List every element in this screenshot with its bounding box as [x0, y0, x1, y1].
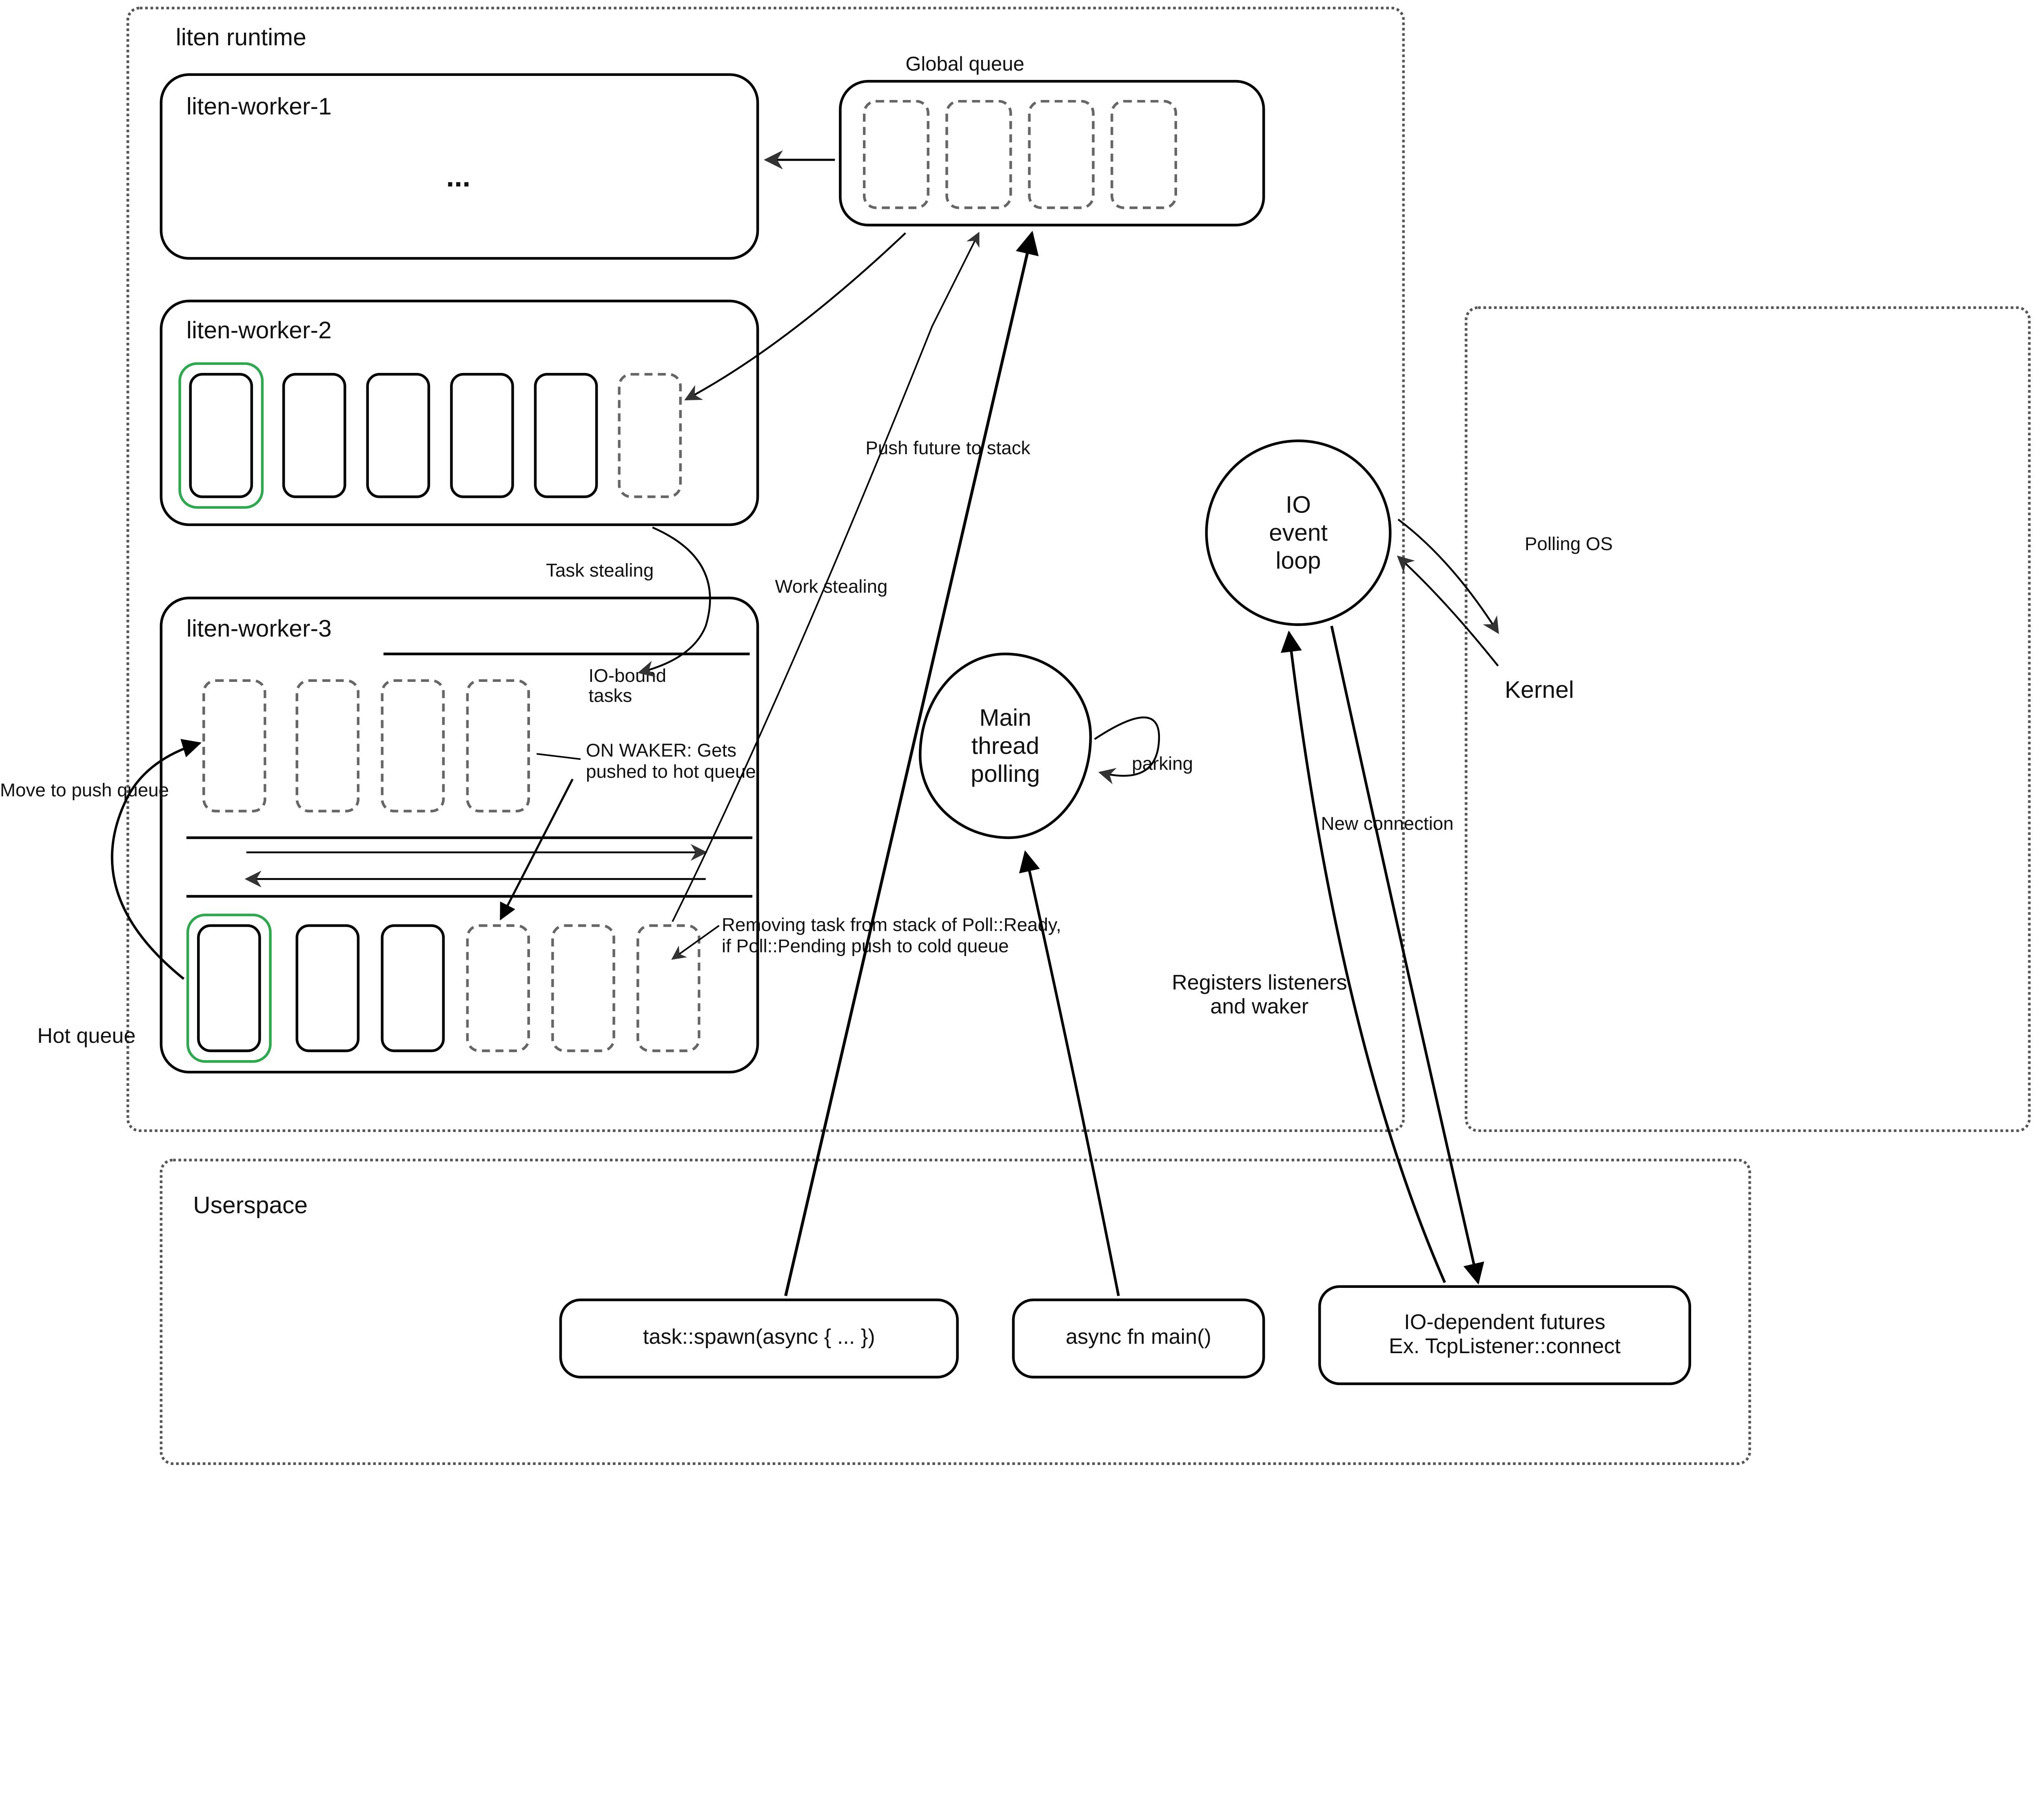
- worker-2-slot-2: [282, 373, 346, 498]
- async-main-box: async fn main(): [1012, 1298, 1265, 1378]
- task-spawn-box: task::spawn(async { ... }): [559, 1298, 959, 1378]
- global-slot-4: [1111, 100, 1177, 209]
- runtime-title: liten runtime: [176, 24, 306, 52]
- worker-3-cold-1: [202, 679, 266, 812]
- work-stealing-label: Work stealing: [775, 575, 887, 597]
- task-spawn-label: task::spawn(async { ... }): [643, 1327, 875, 1351]
- worker-3-mid-divider-1: [186, 837, 752, 839]
- worker-3-cold-3: [381, 679, 445, 812]
- worker-3-cold-4: [466, 679, 530, 812]
- worker-2-slot-3: [366, 373, 430, 498]
- worker-3-hot-5: [551, 924, 615, 1052]
- worker-1-ellipsis: ...: [446, 160, 470, 195]
- global-queue-label: Global queue: [905, 53, 1024, 76]
- worker-2-slot-1: [189, 373, 253, 498]
- worker-3-hot-6: [636, 924, 701, 1052]
- kernel-group: [1465, 306, 2031, 1132]
- async-main-label: async fn main(): [1066, 1327, 1211, 1351]
- worker-2-title: liten-worker-2: [186, 317, 332, 345]
- global-slot-2: [945, 100, 1012, 209]
- worker-3-mid-divider-2: [186, 895, 752, 898]
- worker-1-title: liten-worker-1: [186, 93, 332, 121]
- global-slot-3: [1028, 100, 1095, 209]
- io-event-loop-ellipse: IO event loop: [1205, 439, 1392, 626]
- io-bound-label: IO-bound tasks: [589, 666, 667, 707]
- worker-3-hot-3: [381, 924, 445, 1052]
- worker-2-slot-5: [534, 373, 598, 498]
- kernel-label: Kernel: [1505, 677, 1574, 705]
- global-slot-1: [863, 100, 929, 209]
- parking-label: parking: [1132, 752, 1193, 774]
- worker-3-cold-2: [296, 679, 360, 812]
- hot-queue-label: Hot queue: [37, 1025, 135, 1050]
- new-connection-label: New connection: [1321, 812, 1454, 834]
- worker-2-slot-4: [450, 373, 514, 498]
- move-to-push-label: Move to push queue: [0, 779, 169, 800]
- worker-3-top-divider: [384, 653, 750, 655]
- on-waker-label: ON WAKER: Gets pushed to hot queue: [586, 739, 756, 782]
- io-event-loop-label: IO event loop: [1269, 491, 1328, 575]
- push-future-label: Push future to stack: [865, 437, 1030, 458]
- removing-label: Removing task from stack of Poll::Ready,…: [722, 914, 1061, 957]
- worker-3-hot-4: [466, 924, 530, 1052]
- worker-3-hot-2: [296, 924, 360, 1052]
- io-dep-box: IO-dependent futures Ex. TcpListener::co…: [1318, 1285, 1691, 1385]
- worker-2-slot-6: [618, 373, 682, 498]
- main-thread-label: Main thread polling: [971, 704, 1040, 788]
- task-stealing-label: Task stealing: [546, 559, 654, 581]
- io-dep-label: IO-dependent futures Ex. TcpListener::co…: [1389, 1311, 1621, 1359]
- worker-3-hot-1: [197, 924, 261, 1052]
- worker-3-title: liten-worker-3: [186, 615, 332, 644]
- userspace-title: Userspace: [193, 1192, 308, 1220]
- registers-label: Registers listeners and waker: [1172, 972, 1347, 1020]
